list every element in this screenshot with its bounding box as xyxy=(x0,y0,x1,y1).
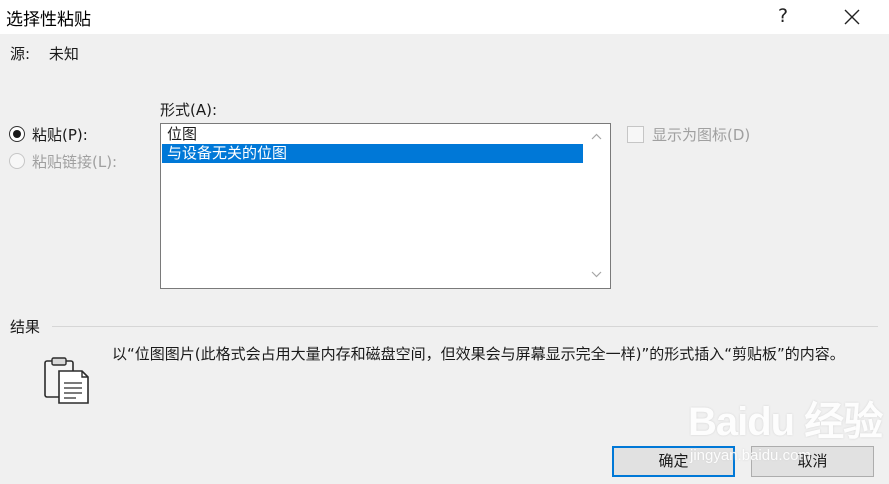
list-item-selected[interactable]: 与设备无关的位图 xyxy=(162,144,583,163)
paste-link-option[interactable]: 粘贴链接(L): xyxy=(9,151,117,171)
display-as-icon-option[interactable]: 显示为图标(D) xyxy=(627,124,750,145)
title-bar: 选择性粘贴 ? xyxy=(0,0,889,34)
source-row: 源: 未知 xyxy=(10,43,93,64)
format-listbox[interactable]: 位图 与设备无关的位图 xyxy=(160,123,611,289)
paste-link-radio[interactable] xyxy=(9,153,25,169)
result-description: 以“位图图片(此格式会占用大量内存和磁盘空间，但效果会与屏幕显示完全一样)”的形… xyxy=(112,345,845,363)
clipboard-icon xyxy=(44,357,89,404)
cancel-button[interactable]: 取消 xyxy=(751,446,874,477)
chevron-up-icon xyxy=(591,133,602,140)
window-title: 选择性粘贴 xyxy=(6,10,91,30)
source-label: 源: xyxy=(10,45,31,63)
watermark-brand: Baidu 经验 xyxy=(688,400,883,444)
help-button[interactable]: ? xyxy=(770,2,796,30)
scroll-down-button[interactable] xyxy=(583,264,610,286)
display-as-icon-label: 显示为图标(D) xyxy=(652,126,751,144)
source-value: 未知 xyxy=(48,45,79,63)
chevron-down-icon xyxy=(591,271,602,278)
paste-link-label: 粘贴链接(L): xyxy=(32,152,118,171)
close-icon xyxy=(844,9,860,25)
list-item[interactable]: 位图 xyxy=(162,125,583,144)
ok-button[interactable]: 确定 xyxy=(612,446,735,477)
paste-option[interactable]: 粘贴(P): xyxy=(9,124,88,144)
paste-label: 粘贴(P): xyxy=(32,125,88,144)
result-divider xyxy=(52,326,878,327)
close-button[interactable] xyxy=(832,0,872,34)
vertical-scrollbar[interactable] xyxy=(583,124,610,288)
result-group-title: 结果 xyxy=(10,318,41,336)
scroll-up-button[interactable] xyxy=(583,126,610,148)
display-as-icon-checkbox[interactable] xyxy=(627,126,644,143)
format-label: 形式(A): xyxy=(160,101,218,119)
paste-radio[interactable] xyxy=(9,126,25,142)
